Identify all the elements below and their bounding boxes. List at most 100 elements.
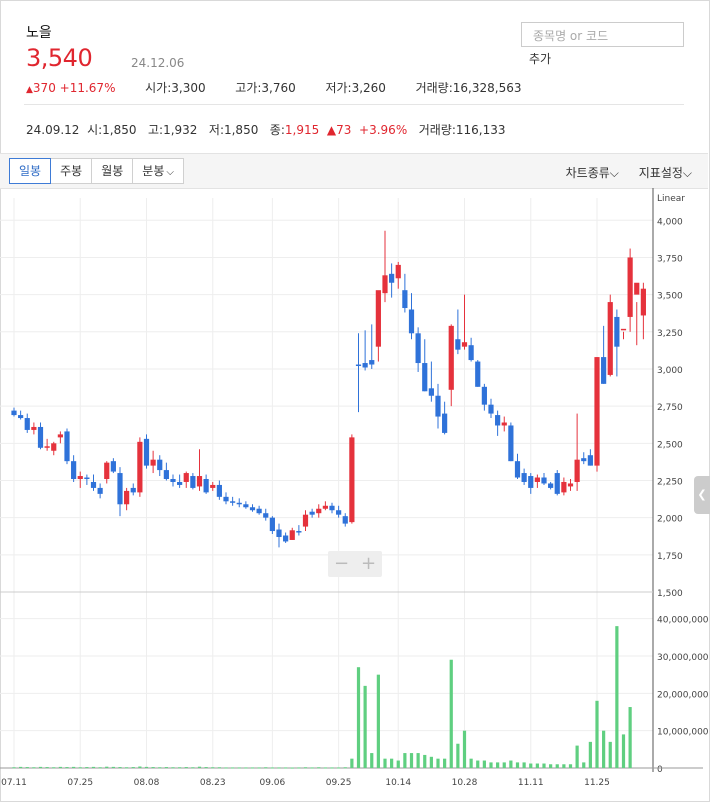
candle-body [104,462,110,480]
candle-body [57,434,63,438]
high-label: 고가 [235,81,258,95]
candle-body [375,290,381,347]
zoom-in-button[interactable]: + [355,551,382,577]
volume-bar [105,766,109,768]
volume-bar [403,753,407,768]
stock-name: 노을 [26,25,52,41]
volume-bar [595,700,599,768]
volume-tick-label: 20,000,000 [657,690,709,700]
candle-body [581,458,587,462]
scale-label: Linear [657,194,685,204]
volume-bar [38,766,43,768]
volume-bar [72,766,76,768]
volume-bar [310,767,314,769]
tab-monthly[interactable]: 월봉 [91,158,134,184]
candle-body [475,361,481,387]
candle-body [31,426,37,430]
zoom-out-button[interactable]: − [328,551,355,577]
volume-tick-label: 40,000,000 [657,616,709,626]
candle-body [190,476,196,488]
volume-bar [588,741,592,768]
tab-minute[interactable]: 분봉 ⌵ [132,158,184,184]
volume-bar [197,766,202,768]
volume-bar [19,766,23,768]
hover-change-pct: +3.96% [359,123,408,137]
candle-body [554,473,560,494]
volume-bar [12,767,16,769]
candle-body [196,476,203,487]
change-up-icon: ▲ [26,85,33,95]
candle-body [90,481,97,488]
volume-bar [264,767,268,769]
low-label: 저가 [325,81,348,95]
volume-bar [91,766,96,768]
candle-body [395,264,401,279]
candle-body [435,395,441,417]
candle-body [163,470,169,480]
volume-bar [178,767,182,769]
candle-body [389,273,395,283]
volume-bar [356,667,361,768]
price-tick-label: 3,750 [657,254,683,264]
candle-body [336,510,342,515]
candlestick-chart[interactable]: 1,500 1,750 2,000 2,250 2,500 2,750 3,000 3,250… [0,188,710,800]
candle-body [428,388,434,396]
hover-change: 73 [336,123,352,137]
candle-body [236,502,242,505]
volume-bar [469,758,473,768]
price-date: 24.12.06 [131,56,185,70]
volume-bar [509,760,513,768]
candle-body [18,415,24,419]
candle-body [614,316,620,347]
hover-close-label: 종 [269,123,281,137]
volume-bar [164,767,168,769]
candle-body [594,357,600,466]
candle-body [110,461,116,472]
volume-bar [303,767,308,769]
volume-bar [211,767,215,769]
tab-weekly[interactable]: 주봉 [50,158,93,184]
volume-bar [317,767,321,769]
candle-body [24,418,30,430]
chevron-left-icon[interactable]: ❮ [694,476,710,514]
candle-body [249,507,256,511]
time-tick-label: 10.28 [452,778,478,788]
volume-bar [376,674,380,768]
stock-search-input[interactable]: 종목명 or 코드 [521,22,684,47]
add-button[interactable]: 추가 [529,50,551,67]
volume-bar [45,767,49,769]
candle-body [422,363,428,392]
volume-bar [522,762,526,768]
time-tick-label: 11.11 [518,778,544,788]
volume-bar [621,734,626,768]
time-tick-label: 10.14 [385,778,411,788]
time-tick-label: 08.23 [200,778,226,788]
candle-body [534,477,540,482]
price-tick-label: 2,500 [657,440,683,450]
price-tick-label: 4,000 [657,217,683,227]
tab-minute-label: 분봉 [142,164,165,178]
volume-bar [608,741,612,768]
chart-type-dropdown[interactable]: 차트종류⌵ [566,166,619,180]
volume-bar [337,767,341,769]
volume-bar [270,767,274,769]
volume-tick-label: 10,000,000 [657,728,709,738]
volume-bar [138,766,142,768]
volume-bar [396,760,400,768]
candle-body [402,290,408,309]
candle-body [574,459,580,482]
volume-bar [125,767,129,769]
volume-bar [390,758,394,768]
volume-bar [535,763,539,768]
volume-bar [549,764,553,768]
candle-body [177,481,183,485]
volume-bar [476,760,480,768]
candle-body [501,422,507,426]
tab-daily[interactable]: 일봉 [9,158,52,184]
candle-body [289,530,295,540]
candle-body [322,505,328,509]
indicator-settings-dropdown[interactable]: 지표설정⌵ [639,166,692,180]
volume-bar [131,767,135,769]
volume-bar [449,659,453,768]
chart-toolbar: 일봉 주봉 월봉 분봉 ⌵ 차트종류⌵ 지표설정⌵ [0,153,708,189]
